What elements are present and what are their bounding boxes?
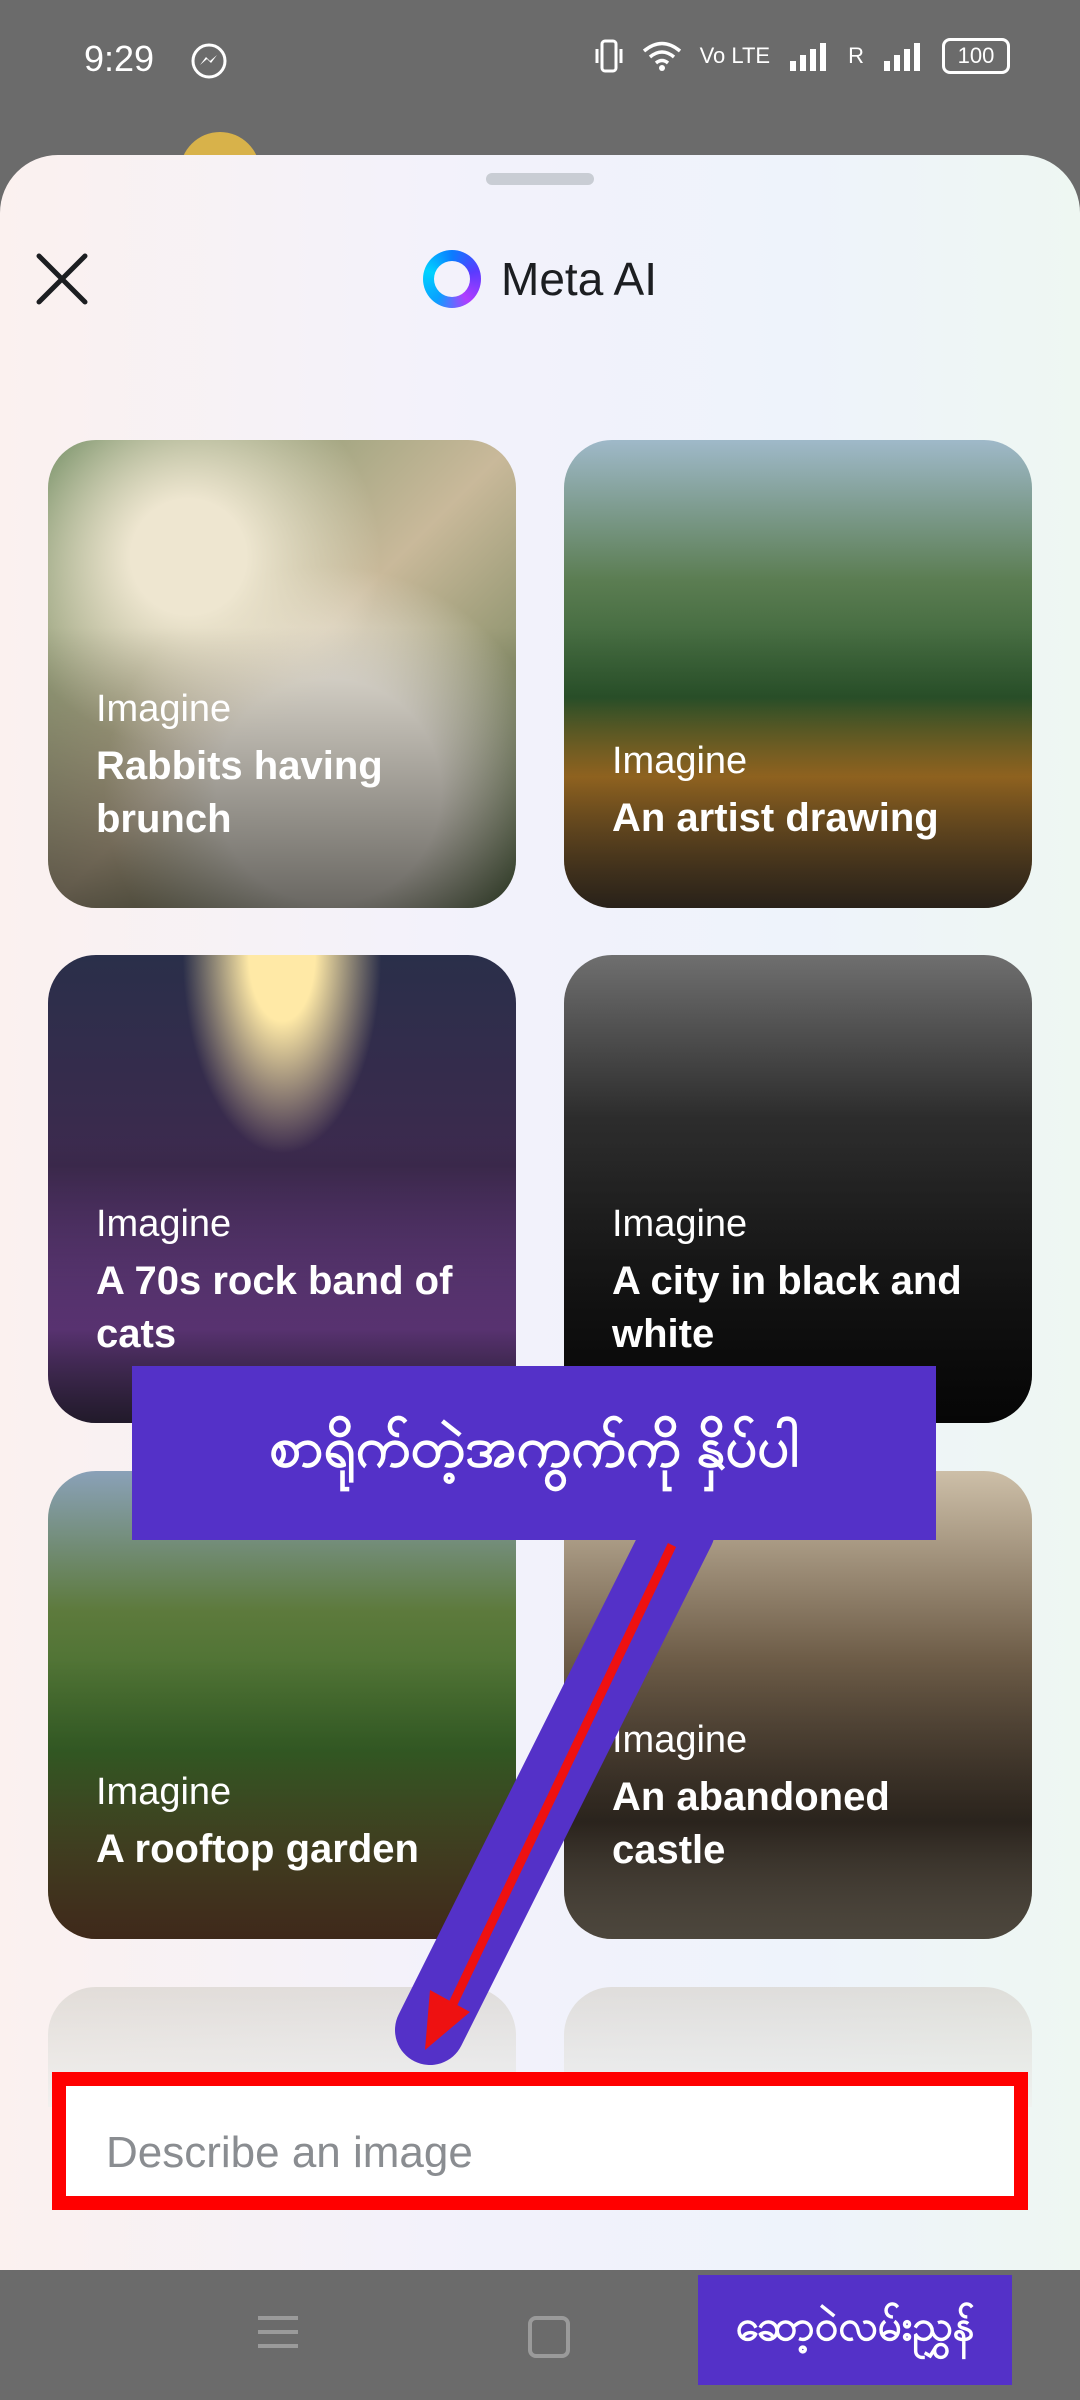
annotation-nav-label: ဆော့ဝဲလမ်းညွှန် <box>698 2275 1012 2385</box>
input-placeholder: Describe an image <box>106 2128 473 2177</box>
home-button[interactable] <box>528 2316 570 2358</box>
annotation-nav-label-text: ဆော့ဝဲလမ်းညွှန် <box>735 2302 975 2349</box>
recent-apps-button[interactable] <box>258 2316 298 2352</box>
annotation-arrow <box>395 1495 715 2065</box>
annotation-callout: စာရိုက်တဲ့အကွက်ကို နှိပ်ပါ <box>132 1366 936 1540</box>
describe-image-input[interactable]: Describe an image <box>52 2072 1028 2210</box>
annotation-callout-text: စာရိုက်တဲ့အကွက်ကို နှိပ်ပါ <box>269 1415 799 1478</box>
